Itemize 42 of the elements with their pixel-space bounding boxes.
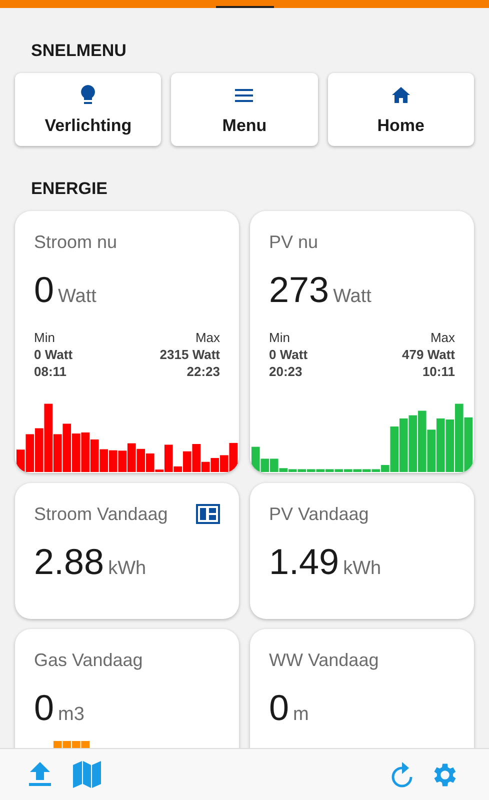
min-value: 0 Watt xyxy=(269,346,308,363)
home-icon xyxy=(392,87,410,104)
upload-icon[interactable] xyxy=(29,762,51,787)
reading-value: 2.88 xyxy=(34,544,104,580)
max-time: 10:11 xyxy=(422,363,455,380)
reading-value: 0 xyxy=(34,690,54,726)
refresh-icon[interactable] xyxy=(390,762,414,788)
card-title: PV Vandaag xyxy=(269,503,369,526)
reading-unit: m xyxy=(293,702,309,726)
map-icon[interactable] xyxy=(73,761,101,788)
card-title: WW Vandaag xyxy=(269,649,379,672)
min-value: 0 Watt xyxy=(34,346,73,363)
reading-value: 0 xyxy=(34,272,54,308)
card-title: Stroom Vandaag xyxy=(34,503,168,526)
quick-menu-button[interactable]: Home xyxy=(328,72,474,146)
quick-menu-button[interactable]: Menu xyxy=(171,72,318,146)
min-time: 20:23 xyxy=(269,363,304,380)
reading-value: 0 xyxy=(269,690,290,726)
min-label: Min xyxy=(269,329,291,346)
max-label: Max xyxy=(195,329,220,346)
card-title: PV nu xyxy=(269,231,318,254)
reading-value: 273 xyxy=(269,272,330,308)
menu-icon xyxy=(235,88,254,102)
max-time: 22:23 xyxy=(186,363,220,380)
reading-unit: Watt xyxy=(333,284,372,308)
lightbulb-icon xyxy=(81,85,96,106)
quick-menu-button[interactable]: Verlichting xyxy=(15,72,162,146)
handle-bar xyxy=(216,6,274,8)
reading-unit: Watt xyxy=(58,284,96,308)
min-time: 08:11 xyxy=(34,363,68,380)
max-value: 479 Watt xyxy=(402,346,455,363)
min-label: Min xyxy=(34,329,56,346)
max-value: 2315 Watt xyxy=(160,346,220,363)
section-title: SNELMENU xyxy=(30,40,128,62)
reading-unit: m3 xyxy=(58,702,84,726)
section-title: ENERGIE xyxy=(30,178,109,200)
reading-value: 1.49 xyxy=(269,544,340,580)
reading-unit: kWh xyxy=(108,556,146,580)
card-title: Stroom nu xyxy=(34,231,118,254)
max-label: Max xyxy=(430,329,455,346)
reading-unit: kWh xyxy=(343,556,382,580)
card-title: Gas Vandaag xyxy=(34,649,143,672)
